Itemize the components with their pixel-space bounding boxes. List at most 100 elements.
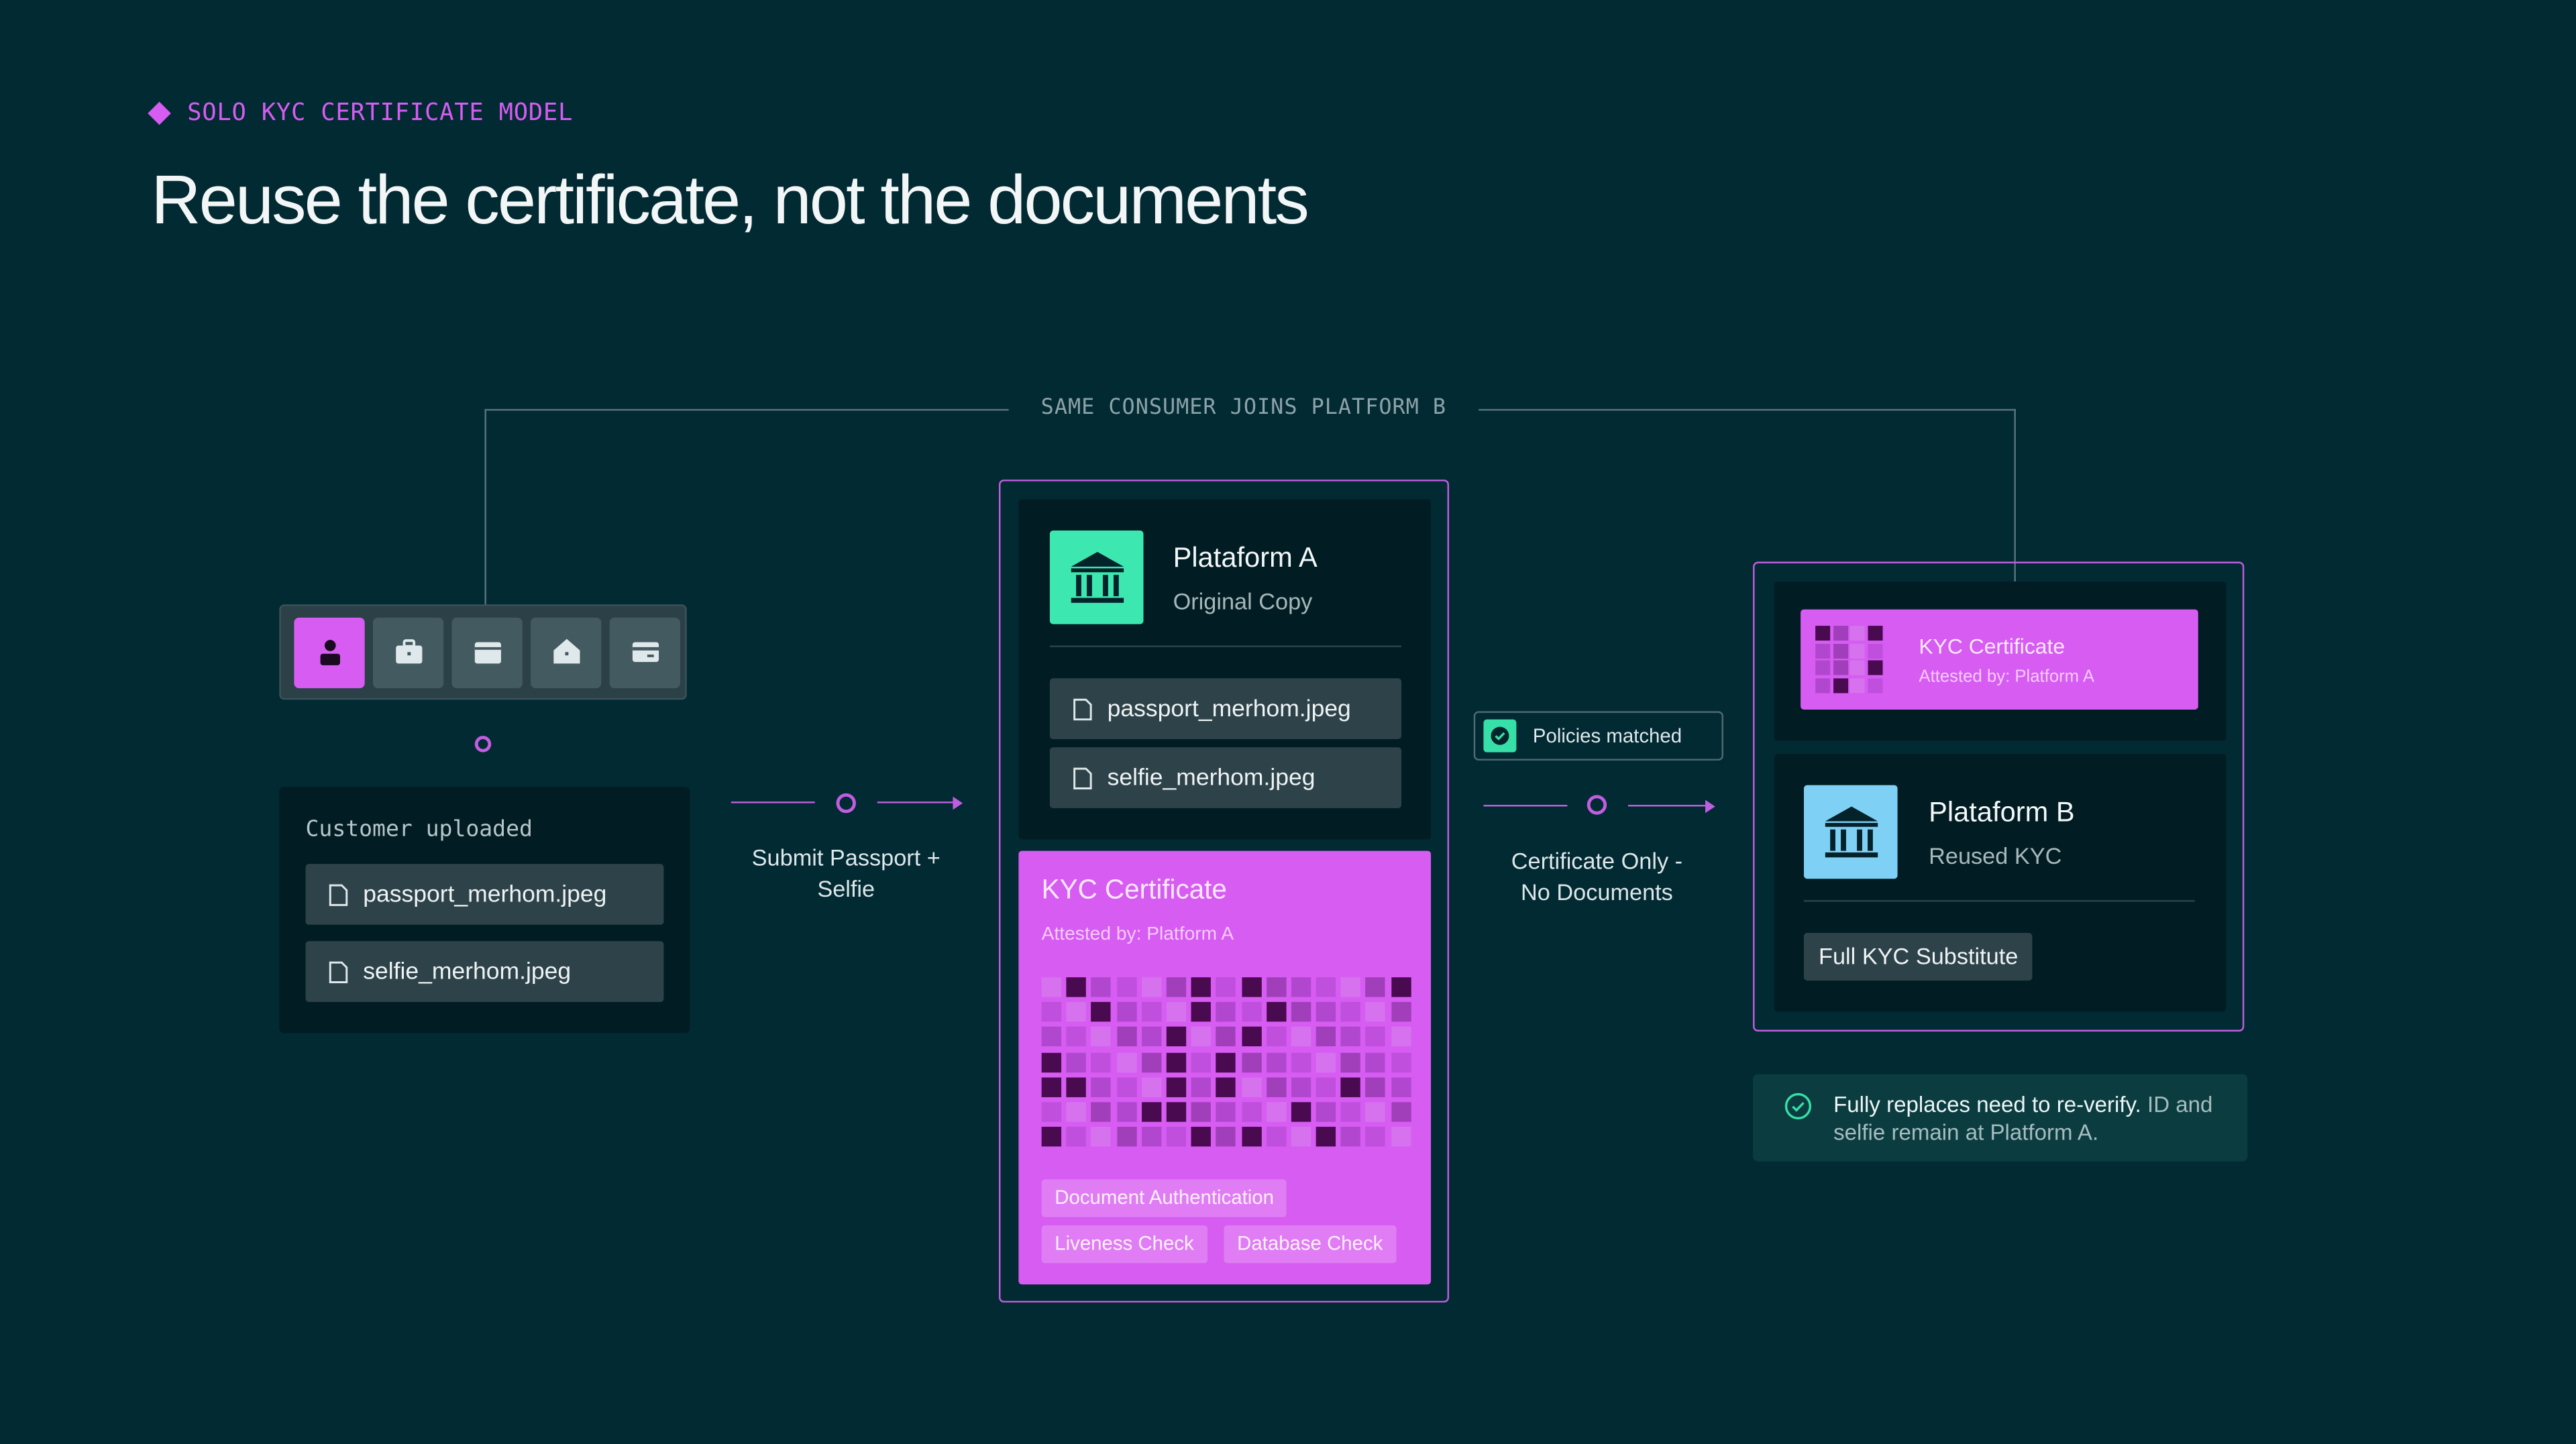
eyebrow-text: SOLO KYC CERTIFICATE MODEL (187, 100, 574, 127)
connector-node (474, 736, 492, 753)
pattern-cell (1216, 1076, 1236, 1097)
pattern-cell (1266, 1076, 1286, 1097)
pattern-cell (1066, 1052, 1087, 1072)
pattern-cell (1216, 977, 1236, 997)
pattern-cell (1867, 660, 1882, 675)
pattern-cell (1041, 1052, 1062, 1072)
briefcase-icon[interactable] (372, 616, 444, 687)
pattern-cell (1116, 977, 1136, 997)
pattern-cell (1241, 977, 1261, 997)
upload-title: Customer uploaded (305, 816, 533, 843)
outcome-note: Fully replaces need to re-verify. ID and… (1753, 1074, 2248, 1162)
pattern-cell (1391, 1076, 1411, 1097)
pattern-cell (1391, 1052, 1411, 1072)
pattern-cell (1166, 1102, 1187, 1122)
pattern-cell (1041, 977, 1062, 997)
pattern-cell (1266, 1102, 1286, 1122)
pattern-cell (1266, 1127, 1286, 1147)
certificate-pattern (1041, 977, 1411, 1147)
file-name: selfie_merhom.jpeg (1107, 765, 1316, 791)
pattern-cell (1391, 1002, 1411, 1022)
pattern-cell (1832, 677, 1847, 693)
pattern-cell (1391, 1127, 1411, 1147)
pattern-cell (1191, 1002, 1212, 1022)
pattern-cell (1091, 1127, 1112, 1147)
platform-b-kyc-certificate: KYC Certificate Attested by: Platform A (1801, 609, 2198, 710)
note-text: Fully replaces need to re-verify. ID and… (1833, 1092, 2213, 1145)
pattern-cell (1391, 977, 1411, 997)
full-kyc-substitute-badge: Full KYC Substitute (1804, 933, 2033, 981)
pattern-cell (1066, 1102, 1087, 1122)
pattern-cell (1815, 643, 1831, 658)
pattern-cell (1041, 1127, 1062, 1147)
arrow-head (1705, 799, 1715, 813)
wallet-icon[interactable] (451, 616, 523, 687)
pattern-cell (1066, 1027, 1087, 1047)
pattern-cell (1867, 643, 1882, 658)
file-icon (329, 883, 348, 905)
pattern-cell (1291, 1076, 1311, 1097)
check-tag: Database Check (1224, 1225, 1396, 1264)
bank-icon (1049, 531, 1144, 624)
pattern-cell (1266, 1027, 1286, 1047)
credit-card-icon[interactable] (609, 616, 680, 687)
pattern-cell (1291, 1002, 1311, 1022)
pattern-cell (1116, 1076, 1136, 1097)
pattern-cell (1041, 1002, 1062, 1022)
pattern-cell (1340, 1127, 1361, 1147)
policies-matched-badge: Policies matched (1473, 711, 1724, 761)
pattern-cell (1340, 1102, 1361, 1122)
category-toolbar (279, 604, 687, 700)
pattern-cell (1141, 1102, 1161, 1122)
pattern-cell (1266, 1002, 1286, 1022)
pattern-cell (1066, 1002, 1087, 1022)
pattern-cell (1141, 1002, 1161, 1022)
arrow-head (953, 795, 963, 810)
eyebrow: SOLO KYC CERTIFICATE MODEL (148, 100, 574, 127)
bank-icon (1804, 785, 1898, 879)
home-icon[interactable] (531, 616, 602, 687)
pattern-cell (1141, 1127, 1161, 1147)
pattern-cell (1340, 1076, 1361, 1097)
pattern-cell (1366, 1076, 1386, 1097)
mini-cert-title: KYC Certificate (1919, 634, 2065, 659)
pattern-cell (1091, 1052, 1112, 1072)
pattern-cell (1241, 1027, 1261, 1047)
page-title: Reuse the certificate, not the documents (151, 161, 1309, 239)
pattern-cell (1366, 1027, 1386, 1047)
pattern-cell (1066, 977, 1087, 997)
pattern-cell (1141, 1027, 1161, 1047)
file-icon (1073, 698, 1092, 720)
platform-a-name: Plataform A (1173, 542, 1318, 573)
mini-cert-attested: Attested by: Platform A (1919, 667, 2095, 687)
pattern-cell (1241, 1052, 1261, 1072)
kyc-certificate-card: KYC Certificate Attested by: Platform A … (1018, 850, 1432, 1285)
pattern-cell (1091, 1102, 1112, 1122)
pattern-cell (1316, 1052, 1336, 1072)
pattern-cell (1316, 1076, 1336, 1097)
pattern-cell (1849, 643, 1865, 658)
pattern-cell (1191, 1076, 1212, 1097)
pattern-cell (1832, 660, 1847, 675)
file-name: selfie_merhom.jpeg (363, 958, 572, 985)
pattern-cell (1166, 1002, 1187, 1022)
upload-file-selfie[interactable]: selfie_merhom.jpeg (305, 941, 664, 1002)
check-icon (1483, 719, 1517, 753)
pattern-cell (1316, 1027, 1336, 1047)
platform-a-file-selfie[interactable]: selfie_merhom.jpeg (1049, 747, 1401, 808)
divider (1804, 900, 2195, 902)
pattern-cell (1141, 1052, 1161, 1072)
check-circle-icon (1784, 1093, 1812, 1119)
pattern-cell (1316, 1127, 1336, 1147)
pattern-cell (1116, 1127, 1136, 1147)
pattern-cell (1340, 1027, 1361, 1047)
certificate-pattern-mini (1815, 626, 1882, 693)
platform-b-card: Plataform B Reused KYC Full KYC Substitu… (1774, 754, 2226, 1012)
upload-file-passport[interactable]: passport_merhom.jpeg (305, 864, 664, 925)
pattern-cell (1291, 1127, 1311, 1147)
check-tag: Document Authentication (1041, 1179, 1287, 1217)
pattern-cell (1391, 1027, 1411, 1047)
person-icon[interactable] (294, 616, 365, 687)
pattern-cell (1241, 1127, 1261, 1147)
platform-a-file-passport[interactable]: passport_merhom.jpeg (1049, 678, 1401, 740)
